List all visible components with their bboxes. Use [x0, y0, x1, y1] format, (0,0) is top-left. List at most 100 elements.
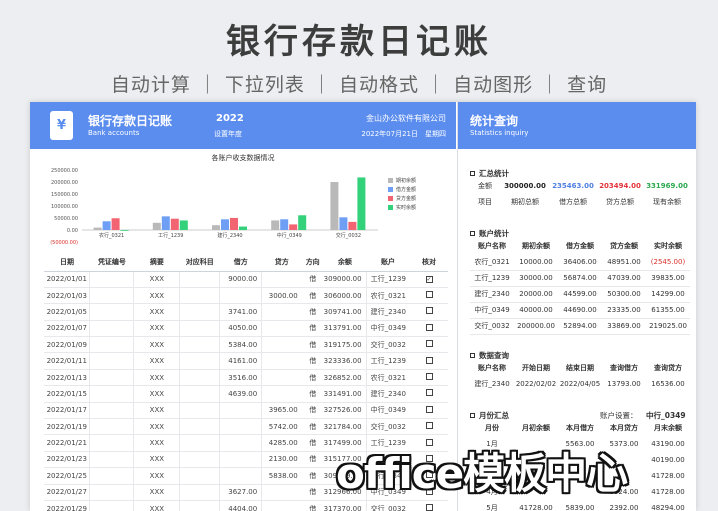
square-icon [470, 171, 475, 176]
accounts-row: 交行_0032 200000.00 52894.00 33869.00 219025.0… [470, 318, 690, 335]
ledger-cell-dir: 借 [301, 271, 324, 288]
accounts-cell: 20000.00 [514, 286, 558, 303]
chart-bar [93, 227, 102, 230]
ledger-cell-account: 建行_2340 [365, 303, 410, 321]
ledger-cell-credit [261, 385, 302, 403]
accounts-cell: 50300.00 [602, 286, 646, 303]
accounts-column-header: 贷方金额 [610, 242, 638, 250]
ledger-cell-voucher [89, 451, 134, 469]
ledger-cell-dir: 借 [301, 434, 324, 452]
ledger-cell-account: 农行_0321 [365, 287, 410, 305]
ledger-cell-date: 2022/01/13 [44, 369, 90, 387]
ledger-cell-date: 2022/01/03 [44, 287, 90, 305]
ledger-cell-summary: XXX [133, 369, 180, 387]
accounts-cell: 61355.00 [646, 302, 690, 319]
monthly-cell: 41728.00 [519, 504, 553, 511]
monthly-cell: 41728.00 [651, 472, 685, 480]
ledger-cell-subject [179, 320, 220, 338]
checkbox[interactable]: ✓ [425, 276, 433, 284]
ledger-cell-dir: 借 [301, 352, 324, 370]
chart-bar [212, 225, 220, 230]
ledger-cell-credit [261, 336, 302, 354]
ledger-cell-summary: XXX [133, 385, 180, 403]
ledger-cell-voucher [89, 385, 134, 403]
ledger-cell-dir: 借 [301, 287, 324, 305]
ledger-cell-subject [179, 336, 220, 354]
ledger-row: 2022/01/11 XXX 4161.00 借 323336.00 工行_1239 [44, 352, 448, 370]
checkbox[interactable] [425, 389, 433, 397]
accounts-cell: 33869.00 [602, 318, 646, 335]
checkbox[interactable] [425, 373, 433, 381]
ledger-cell-summary: XXX [133, 451, 180, 469]
ledger-cell-debit: 4404.00 [219, 500, 262, 511]
checkbox[interactable] [425, 340, 433, 348]
ledger-cell-subject [179, 352, 220, 370]
ledger-cell-date: 2022/01/19 [44, 418, 90, 436]
x-tick-label: 建行_2340 [217, 232, 242, 239]
ledger-cell-subject [179, 402, 220, 420]
watermark: office模板中心 [336, 449, 628, 498]
query-column-header: 开始日期 [522, 364, 550, 372]
current-date: 2022年07月21日 星期四 [361, 130, 446, 138]
query-table: 账户名称 开始日期 结束日期 查询借方 查询贷方 建行_2340 2022/02/02 20… [470, 360, 690, 392]
query-cell[interactable]: 2022/04/05 [558, 376, 602, 392]
ledger-cell-dir: 借 [301, 320, 324, 338]
ledger-cell-date: 2022/01/09 [44, 336, 90, 354]
ledger-cell-account: 交行_0032 [365, 336, 410, 354]
company-name: 金山办公软件有限公司 [366, 114, 446, 123]
checkbox[interactable] [425, 405, 433, 413]
ledger-cell-summary: XXX [133, 336, 180, 354]
checkbox[interactable] [425, 291, 433, 299]
accounts-cell: 44690.00 [558, 302, 602, 319]
accounts-cell: 交行_0032 [470, 318, 514, 335]
ledger-cell-date: 2022/01/23 [44, 451, 90, 469]
account-bar-chart: 各账户收支数据情况 250000.00 200000.00 150000.00 1000… [50, 153, 416, 246]
ledger-cell-voucher [89, 402, 134, 420]
ledger-cell-credit [261, 500, 302, 511]
ledger-cell-voucher [89, 434, 134, 452]
accounts-cell: 工行_1239 [470, 270, 514, 287]
accounts-cell: 44599.00 [558, 286, 602, 303]
ledger-row: 2022/01/19 XXX 5742.00 借 321784.00 交行_0032 [44, 418, 448, 436]
ledger-cell-voucher [89, 271, 134, 288]
ledger-cell-account: 中行_0349 [365, 320, 410, 338]
legend-label: 实时余额 [396, 204, 416, 211]
chart-bar [161, 216, 170, 230]
accounts-cell: 219025.00 [646, 318, 690, 335]
ledger-cell-date: 2022/01/07 [44, 320, 90, 338]
monthly-cell: 5839.00 [565, 504, 595, 511]
ledger-cell-credit: 2130.00 [261, 451, 302, 469]
checkbox[interactable] [425, 307, 433, 315]
checkbox[interactable] [425, 356, 433, 364]
ledger-cell-voucher [89, 287, 134, 305]
year-value[interactable]: 2022 [216, 113, 244, 124]
checkbox[interactable] [425, 422, 433, 430]
legend-swatch [388, 178, 393, 183]
ledger-subtitle: Bank accounts [88, 129, 140, 137]
ledger-cell-subject [179, 418, 220, 436]
summary-table: 金额 300000.00 235463.00 203494.00 331969.… [470, 178, 690, 210]
accounts-cell: 40000.00 [514, 302, 558, 319]
ledger-cell-debit [219, 467, 262, 485]
ledger-cell-subject [179, 369, 220, 387]
query-cell[interactable]: 2022/02/02 [514, 376, 558, 392]
ledger-row: 2022/01/01 XXX 9000.00 借 309000.00 工行_1239 ✓ [44, 271, 448, 288]
ledger-cell-voucher [89, 320, 134, 338]
ledger-check-cell [410, 385, 448, 403]
query-cell[interactable]: 建行_2340 [470, 376, 514, 392]
ledger-cell-summary: XXX [133, 467, 180, 485]
checkbox[interactable] [425, 323, 433, 331]
ledger-cell-summary: XXX [133, 434, 180, 452]
checkbox[interactable] [425, 504, 433, 511]
accounts-cell: 48951.00 [602, 254, 646, 271]
chart-bar [280, 219, 289, 230]
ledger-cell-date: 2022/01/05 [44, 303, 90, 321]
ledger-cell-voucher [89, 500, 134, 511]
ledger-cell-debit: 4639.00 [219, 385, 262, 403]
ledger-column-header: 贷方 [261, 254, 302, 272]
ledger-check-cell [410, 402, 448, 420]
chart-bar [271, 220, 280, 230]
ledger-cell-subject [179, 434, 220, 452]
ledger-column-header: 借方 [219, 254, 262, 272]
legend-swatch [388, 187, 393, 192]
